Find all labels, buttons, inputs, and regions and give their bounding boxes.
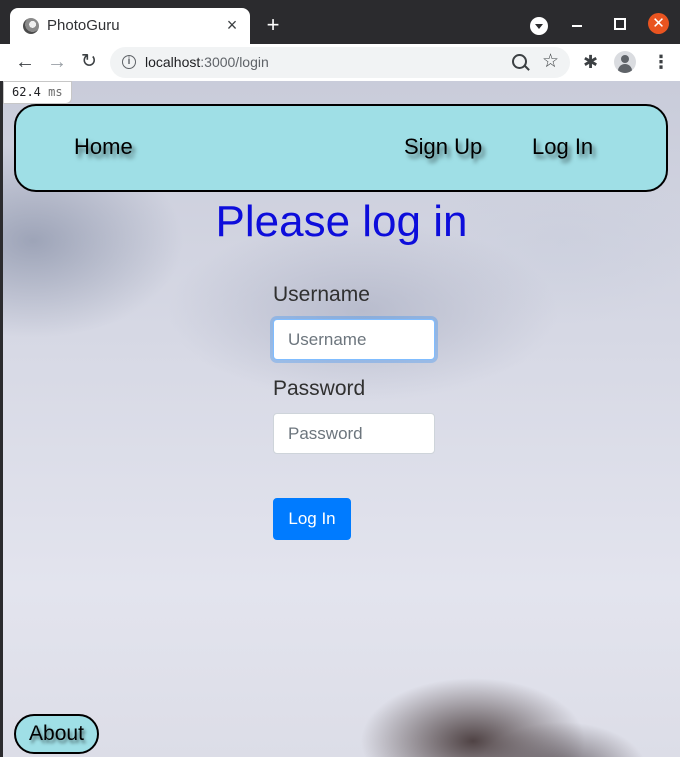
minimize-icon[interactable]	[572, 25, 582, 27]
browser-tab[interactable]: PhotoGuru ×	[10, 8, 250, 44]
nav-home-link[interactable]: Home	[74, 134, 133, 160]
bookmark-star-icon[interactable]: ☆	[542, 51, 559, 73]
extensions-puzzle-icon[interactable]: ✱	[583, 52, 598, 72]
timing-badge: 62.4 ms	[3, 81, 72, 104]
browser-window: PhotoGuru × + ✕ ← → ↻ i localhost:3000/l…	[0, 0, 680, 757]
username-label: Username	[273, 283, 370, 306]
browser-menu-icon[interactable]: ⋮	[652, 52, 670, 72]
timing-unit: ms	[48, 85, 63, 99]
site-navbar: Home Sign Up Log In	[14, 104, 668, 192]
window-close-icon[interactable]: ✕	[648, 13, 669, 34]
password-label: Password	[273, 377, 366, 400]
address-bar[interactable]: i localhost:3000/login ☆	[110, 47, 570, 78]
login-submit-button[interactable]: Log In	[273, 498, 351, 540]
browser-toolbar: ← → ↻ i localhost:3000/login ☆ ✱ ⋮	[0, 44, 680, 81]
nav-signup-link[interactable]: Sign Up	[404, 134, 482, 160]
tab-strip: PhotoGuru × + ✕	[0, 0, 680, 44]
url-path: :3000/login	[200, 54, 269, 70]
tab-close-icon[interactable]: ×	[222, 15, 242, 35]
site-info-icon[interactable]: i	[122, 55, 136, 69]
zoom-icon[interactable]	[512, 54, 527, 69]
new-tab-icon[interactable]: +	[262, 14, 284, 36]
maximize-icon[interactable]	[614, 18, 626, 30]
forward-arrow-icon[interactable]: →	[46, 51, 68, 73]
page-viewport: 62.4 ms Home Sign Up Log In Please log i…	[3, 81, 680, 757]
nav-login-link[interactable]: Log In	[532, 134, 593, 160]
username-input[interactable]	[273, 319, 435, 360]
tab-search-icon[interactable]	[530, 17, 548, 35]
profile-avatar-icon[interactable]	[614, 51, 636, 73]
page-title: Please log in	[215, 197, 468, 246]
reload-icon[interactable]: ↻	[78, 51, 100, 73]
url-text[interactable]: localhost:3000/login	[145, 54, 269, 70]
about-button[interactable]: About	[14, 714, 99, 754]
url-host: localhost	[145, 54, 201, 70]
tab-title: PhotoGuru	[47, 17, 120, 34]
back-arrow-icon[interactable]: ←	[14, 51, 36, 73]
timing-value: 62.4	[12, 85, 41, 99]
password-input[interactable]	[273, 413, 435, 454]
photoguru-logo-icon	[23, 18, 39, 34]
